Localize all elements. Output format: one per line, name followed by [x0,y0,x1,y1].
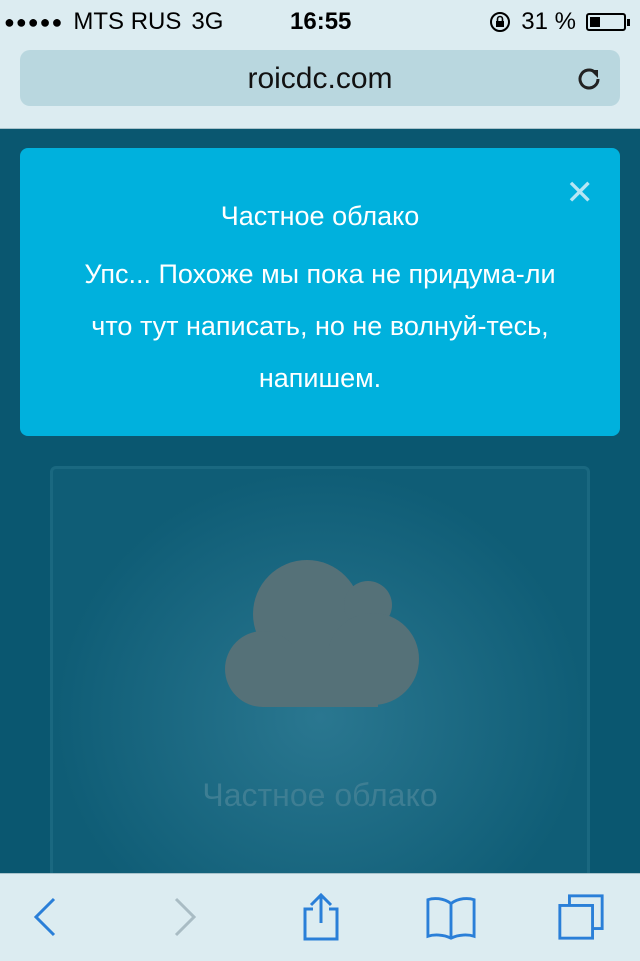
reload-icon[interactable] [574,64,604,94]
back-arrow-icon [33,897,56,937]
url-text: roicdc.com [247,62,393,95]
address-bar[interactable]: roicdc.com [20,50,620,106]
forward-arrow-icon [174,897,197,937]
forward-button[interactable] [160,892,210,942]
bookmarks-icon [426,897,476,940]
share-button[interactable] [296,892,346,942]
network-type: 3G [191,8,224,35]
bottom-toolbar [0,873,640,961]
notice-title: Частное облако [220,201,420,231]
tabs-button[interactable] [556,892,606,942]
battery-icon [586,13,630,31]
status-right: 31 % [489,8,630,36]
card-label: Частное облако [202,777,438,813]
page-content: ✕ Частное облако Упс... Похоже мы пока н… [0,129,640,886]
bookmarks-button[interactable] [426,892,476,942]
orientation-lock-icon [490,12,511,32]
notice-banner: ✕ Частное облако Упс... Похоже мы пока н… [20,148,620,436]
back-button[interactable] [20,892,70,942]
browser-toolbar: roicdc.com [0,40,640,129]
status-left: ●●●●● MTS RUS 3G [4,8,223,36]
battery-fill [590,17,600,27]
battery-percent: 31 % [521,8,576,35]
status-bar: ●●●●● MTS RUS 3G 16:55 31 % [0,0,640,40]
share-icon [303,892,339,941]
private-cloud-card[interactable]: Частное облако [50,466,590,886]
cloud-icon [225,560,419,707]
tabs-icon [558,894,604,940]
clock: 16:55 [290,8,352,35]
carrier-name: MTS RUS [73,8,182,35]
signal-dots: ●●●●● [4,11,64,32]
notice-text: Упс... Похоже мы пока не придума-ли что … [84,259,556,393]
